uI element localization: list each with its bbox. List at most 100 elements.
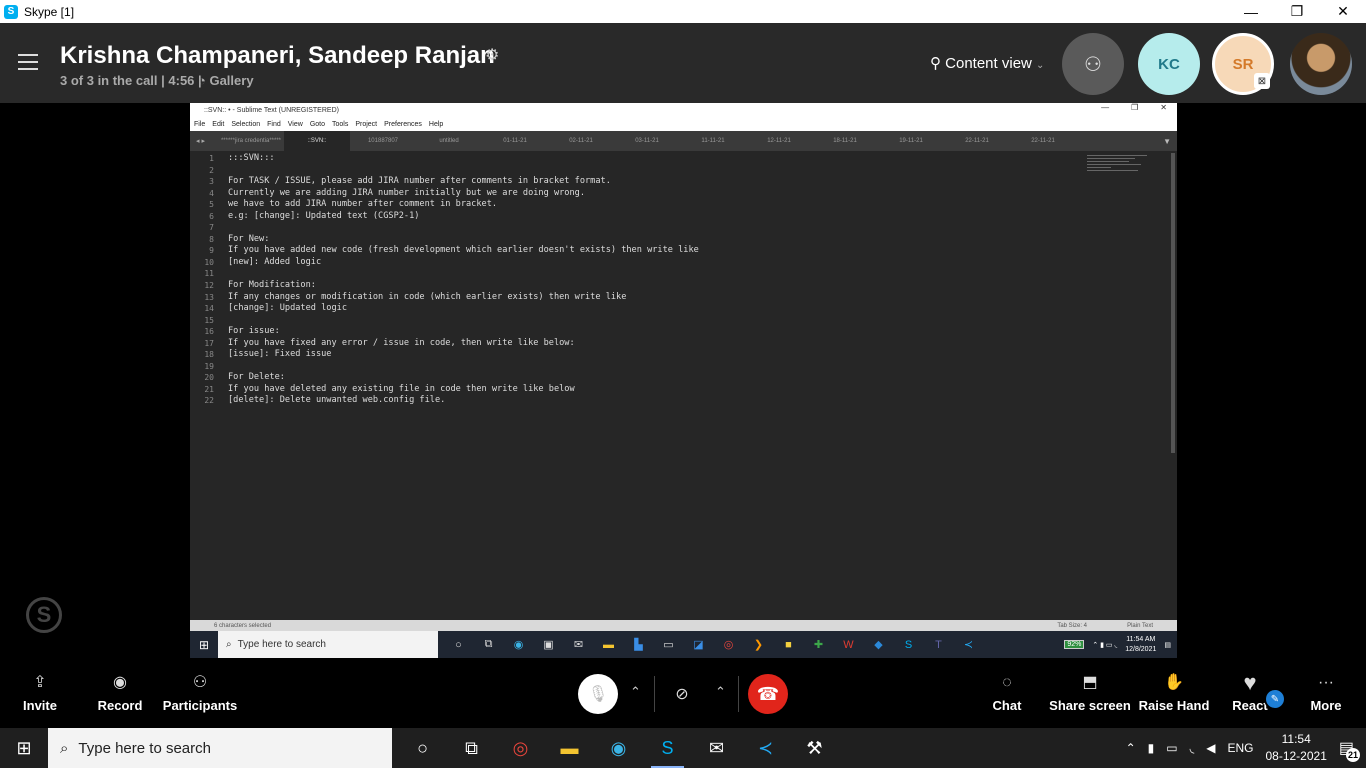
- edit-pen-icon[interactable]: ✎: [1264, 688, 1286, 710]
- tray-chevron-icon[interactable]: ⌃: [1126, 741, 1136, 755]
- window-controls: — ❐ ✕: [1228, 0, 1366, 23]
- shared-cortana-icon: ○: [455, 638, 462, 651]
- line-number-gutter: 1 2 3 4 5 6 7 8 9 10 11 12 13 14 15 16 17 18 19 20 21 22: [190, 153, 214, 407]
- invite-button[interactable]: ⇪ Invite: [0, 670, 80, 713]
- share-screen-button[interactable]: ⬒ Share screen: [1045, 670, 1135, 713]
- gallery-view-link[interactable]: ◔ Gallery: [198, 73, 254, 88]
- cortana-icon[interactable]: ○: [398, 728, 447, 768]
- content-view-dropdown[interactable]: ⚲ Content view ⌄: [930, 54, 1044, 72]
- divider: [654, 676, 655, 712]
- wifi-icon[interactable]: ◟: [1190, 741, 1195, 755]
- share-icon: ⇪: [33, 674, 47, 691]
- record-icon: ◉: [113, 674, 127, 691]
- shared-search-icon: ⌕: [226, 639, 232, 650]
- record-button[interactable]: ◉ Record: [80, 670, 160, 713]
- line-number: 21: [204, 384, 214, 394]
- window-titlebar: S Skype [1] — ❐ ✕: [0, 0, 1366, 23]
- shared-notification-icon: ▤: [1164, 641, 1171, 649]
- line-number: 2: [209, 165, 214, 175]
- hangup-icon: ☎: [756, 683, 780, 704]
- line-number: 8: [209, 234, 214, 244]
- app-tool-icon[interactable]: ⚒: [790, 728, 839, 768]
- participants-button[interactable]: ⚇ Participants: [160, 670, 240, 713]
- mail-icon[interactable]: ✉: [692, 728, 741, 768]
- search-placeholder: Type here to search: [78, 739, 211, 757]
- menu-help: Help: [428, 120, 444, 128]
- skype-taskbar-icon[interactable]: S: [643, 728, 692, 768]
- share-screen-label: Share screen: [1049, 698, 1131, 713]
- notification-center-icon[interactable]: ▤ 21: [1339, 738, 1360, 762]
- call-header: Krishna Champaneri, Sandeep Ranjan ⚙ 3 o…: [0, 23, 1366, 103]
- shared-store-icon: ▣: [543, 639, 554, 651]
- shared-vscode-icon: ≺: [963, 639, 974, 651]
- more-dots-icon: ···: [1318, 674, 1334, 691]
- code-line: If you have fixed any error / issue in c…: [228, 337, 575, 348]
- menu-tools: Tools: [332, 120, 349, 128]
- language-indicator[interactable]: ENG: [1227, 741, 1253, 755]
- volume-icon[interactable]: ◀: [1206, 741, 1215, 755]
- selection-status: 6 characters selected: [214, 622, 272, 629]
- menu-icon[interactable]: [18, 54, 38, 70]
- close-button[interactable]: ✕: [1320, 0, 1366, 23]
- menu-goto: Goto: [309, 120, 325, 128]
- video-options-chevron-icon[interactable]: ⌃: [715, 684, 726, 700]
- maximize-button[interactable]: ❐: [1274, 0, 1320, 23]
- tab-nav-arrows-icon: ◂ ▸: [196, 138, 205, 145]
- gallery-label: Gallery: [209, 73, 254, 88]
- sublime-restore-icon: ❐: [1131, 103, 1139, 112]
- avatar-self-photo[interactable]: [1290, 33, 1352, 95]
- avatar-kc[interactable]: KC: [1138, 33, 1200, 95]
- share-screen-icon: ⬒: [1082, 674, 1098, 691]
- more-button[interactable]: ··· More: [1286, 670, 1366, 713]
- end-call-button[interactable]: ☎: [748, 674, 788, 714]
- chat-button[interactable]: ◌ Chat: [967, 670, 1047, 713]
- call-subtitle: 3 of 3 in the call | 4:56 |: [60, 73, 202, 88]
- minimize-button[interactable]: —: [1228, 0, 1274, 23]
- sublime-title: ::SVN:: • - Sublime Text (UNREGISTERED): [204, 106, 339, 114]
- shared-search-box: ⌕ Type here to search: [218, 631, 438, 658]
- battery-tray-icon[interactable]: ▭: [1166, 741, 1177, 755]
- video-toggle-button[interactable]: ⊘: [662, 674, 702, 714]
- chrome-icon[interactable]: ◎: [496, 728, 545, 768]
- shared-outlook-icon: ◪: [693, 639, 704, 651]
- file-explorer-icon[interactable]: ▬: [545, 728, 594, 768]
- sublime-minimize-icon: —: [1101, 103, 1110, 112]
- taskbar-clock[interactable]: 11:54 08-12-2021: [1265, 731, 1326, 765]
- gallery-icon: ◔: [198, 73, 210, 88]
- microphone-tray-icon[interactable]: ▮: [1148, 741, 1155, 755]
- sublime-tab: 02-11-21: [569, 138, 593, 144]
- start-button[interactable]: ⊞: [0, 738, 48, 759]
- hand-icon: ✋: [1164, 674, 1184, 691]
- screen-share-badge-icon: ⊠: [1254, 73, 1270, 89]
- shared-mail-icon: ✉: [573, 639, 584, 651]
- task-view-icon[interactable]: ⧉: [447, 728, 496, 768]
- code-line: If you have added new code (fresh develo…: [228, 245, 699, 256]
- sublime-tabbar: ◂ ▸ ******jira credentia***** ::SVN:: 10…: [190, 131, 1177, 151]
- shared-start-icon: ⊞: [198, 637, 210, 652]
- windows-logo-icon: ⊞: [16, 737, 32, 758]
- line-number: 19: [204, 361, 214, 371]
- line-number: 7: [209, 223, 214, 233]
- divider: [738, 676, 739, 712]
- line-number: 4: [209, 188, 214, 198]
- mute-button[interactable]: 🎙: [578, 674, 618, 714]
- taskbar-apps: ○ ⧉ ◎ ▬ ◉ S ✉ ≺ ⚒: [398, 728, 839, 768]
- sublime-tab: 22-11-21: [1031, 138, 1055, 144]
- vscode-icon[interactable]: ≺: [741, 728, 790, 768]
- raise-hand-button[interactable]: ✋ Raise Hand: [1134, 670, 1214, 713]
- call-controls-bar: ⇪ Invite ◉ Record ⚇ Participants 🎙 ⌃ ⊘ ⌃ ☎ …: [0, 658, 1366, 728]
- line-number: 18: [204, 350, 214, 360]
- line-number: 11: [204, 269, 214, 279]
- participants-icon: ⚇: [192, 674, 208, 691]
- sublime-titlebar: ::SVN:: • - Sublime Text (UNREGISTERED) …: [190, 103, 1177, 117]
- menu-find: Find: [267, 120, 281, 128]
- taskbar-search-box[interactable]: ⌕ Type here to search: [48, 728, 392, 768]
- edge-icon[interactable]: ◉: [594, 728, 643, 768]
- shared-chrome-icon: ◎: [723, 639, 734, 651]
- settings-gear-icon[interactable]: ⚙: [485, 45, 499, 65]
- add-participant-button[interactable]: ⚇: [1062, 33, 1124, 95]
- sublime-editor: 1 2 3 4 5 6 7 8 9 10 11 12 13 14 15 16 17 18 19 20 21 22 :::S…: [190, 151, 1177, 616]
- tab-size-status: Tab Size: 4: [1057, 622, 1087, 629]
- mic-options-chevron-icon[interactable]: ⌃: [630, 684, 641, 700]
